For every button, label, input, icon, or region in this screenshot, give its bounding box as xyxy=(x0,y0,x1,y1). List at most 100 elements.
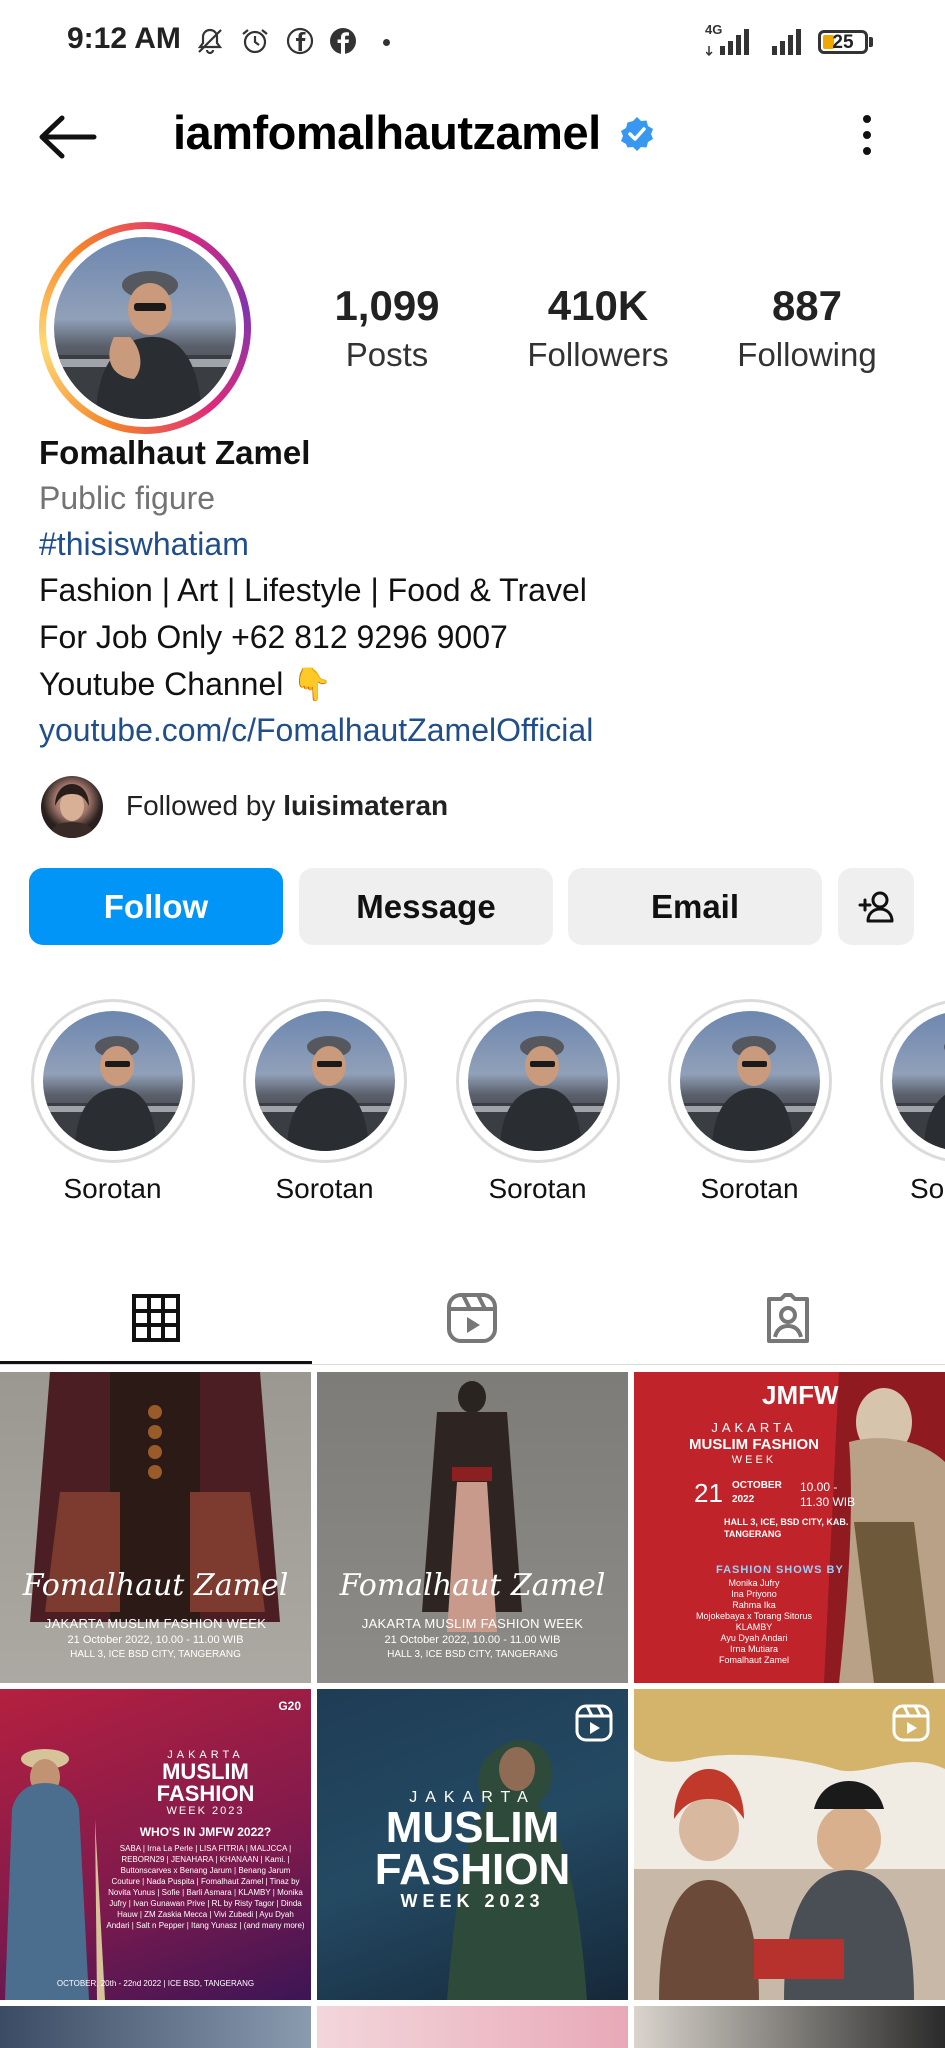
profile-hashtag[interactable]: #thisiswhatiam xyxy=(39,526,249,563)
post-thumbnail[interactable] xyxy=(317,2006,628,2048)
post-thumbnail[interactable]: G20 JAKARTA MUSLIM FASHION WEEK 2023 WHO… xyxy=(0,1689,311,2000)
following-label: Following xyxy=(737,336,877,373)
post-show: Monika Jufry xyxy=(728,1578,780,1588)
post-thumbnail[interactable] xyxy=(0,2006,311,2048)
highlight-item[interactable]: Sorotan xyxy=(242,999,407,1205)
mute-icon xyxy=(195,26,225,56)
tab-reels[interactable] xyxy=(316,1272,628,1364)
post-title-line: WEEK 2023 xyxy=(400,1891,545,1911)
battery-icon: 25 xyxy=(818,30,868,54)
reel-badge-icon xyxy=(892,1704,930,1742)
facebook-icon xyxy=(328,26,358,56)
post-thumbnail[interactable]: JAKARTA MUSLIM FASHION WEEK 2023 xyxy=(317,1689,628,2000)
post-script-title: Fomalhaut Zamel xyxy=(339,1568,606,1603)
post-time: 10.00 - 11.30 WIB xyxy=(800,1480,856,1509)
post-g20: G20 xyxy=(278,1699,301,1713)
arrow-left-icon xyxy=(39,115,97,159)
post-brand: JMFW xyxy=(762,1380,839,1410)
post-show: Ayu Dyah Andari xyxy=(720,1633,788,1643)
post-thumbnail[interactable]: JMFW JAKARTA MUSLIM FASHION WEEK 21 OCTO… xyxy=(634,1372,945,1683)
email-button[interactable]: Email xyxy=(568,868,822,945)
post-thumbnail[interactable] xyxy=(634,2006,945,2048)
post-title-line: MUSLIM xyxy=(162,1759,249,1784)
more-vertical-icon xyxy=(863,115,871,155)
post-thumbnail[interactable] xyxy=(634,1689,945,2000)
message-button[interactable]: Message xyxy=(299,868,553,945)
follow-button[interactable]: Follow xyxy=(29,868,283,945)
tagged-icon xyxy=(767,1293,809,1343)
posts-label: Posts xyxy=(345,336,429,373)
posts-count: 1,099 xyxy=(334,282,440,329)
post-show: Rahma Ika xyxy=(732,1600,776,1610)
tab-divider xyxy=(0,1364,945,1365)
facebook-icon xyxy=(285,26,315,56)
profile-link[interactable]: youtube.com/c/FomalhautZamelOfficial xyxy=(39,712,593,749)
followed-by-user: luisimateran xyxy=(283,790,449,821)
post-venue: HALL 3, ICE, BSD CITY, KAB. TANGERANG xyxy=(724,1517,849,1539)
signal-4g-icon xyxy=(705,24,756,57)
followers-count: 410K xyxy=(547,282,649,329)
avatar-photo xyxy=(54,237,236,419)
post-show: Ina Priyono xyxy=(731,1589,777,1599)
add-person-icon xyxy=(858,891,894,922)
posts-stat[interactable]: 1,099 Posts xyxy=(287,282,487,374)
follower-avatar[interactable] xyxy=(41,776,103,838)
highlight-item[interactable]: Sorotan xyxy=(455,999,620,1205)
grid-icon xyxy=(132,1294,180,1342)
highlight-item[interactable]: Sorotan xyxy=(30,999,195,1205)
post-question: WHO'S IN JMFW 2022? xyxy=(139,1825,272,1839)
followers-label: Followers xyxy=(527,336,669,373)
post-show: Irna Mutiara xyxy=(729,1644,779,1654)
followers-stat[interactable]: 410K Followers xyxy=(498,282,698,374)
post-show: Fomalhaut Zamel xyxy=(718,1655,790,1665)
profile-category: Public figure xyxy=(39,480,216,516)
highlight-label: Sorotan xyxy=(63,1173,162,1204)
following-count: 887 xyxy=(771,282,843,329)
post-caption-line: JAKARTA MUSLIM FASHION WEEK xyxy=(44,1616,267,1631)
verified-badge-icon xyxy=(619,116,655,152)
post-title-line: FASHION xyxy=(156,1781,255,1806)
highlight-item[interactable]: Sorotan xyxy=(880,999,945,1205)
suggested-accounts-button[interactable] xyxy=(838,868,914,945)
post-title-line: JAKARTA xyxy=(711,1420,797,1435)
highlight-label: Sorotan xyxy=(910,1173,945,1204)
bio-line: For Job Only +62 812 9296 9007 xyxy=(39,619,508,655)
post-show: Mojokebaya x Torang Sitorus xyxy=(696,1611,812,1621)
highlight-label: Sorotan xyxy=(488,1173,587,1204)
bio-line: Fashion | Art | Lifestyle | Food & Trave… xyxy=(39,572,587,608)
post-title-line: FASHION xyxy=(374,1845,571,1894)
bio-line: Youtube Channel 👇 xyxy=(39,666,333,702)
post-title-line: MUSLIM xyxy=(385,1803,560,1852)
post-title-line: MUSLIM FASHION xyxy=(689,1436,819,1453)
post-caption-line: HALL 3, ICE BSD CITY, TANGERANG xyxy=(70,1649,241,1660)
status-bar: 9:12 AM 4G 25 xyxy=(0,0,945,80)
post-title-line: WEEK 2023 xyxy=(166,1805,245,1817)
post-caption-line: HALL 3, ICE BSD CITY, TANGERANG xyxy=(387,1649,558,1660)
highlight-item[interactable]: Sorotan xyxy=(667,999,832,1205)
post-show: KLAMBY xyxy=(735,1622,773,1632)
post-day: 21 xyxy=(694,1478,723,1508)
profile-avatar[interactable] xyxy=(39,222,251,434)
tab-posts-grid[interactable] xyxy=(0,1272,312,1364)
post-names: SABA | Irna La Perle | LISA FITRIA | MAL… xyxy=(106,1844,305,1930)
back-button[interactable] xyxy=(36,112,98,162)
tab-tagged[interactable] xyxy=(632,1272,944,1364)
post-year: 2022 xyxy=(732,1494,755,1505)
battery-level: 25 xyxy=(832,32,854,53)
post-thumbnail[interactable]: Fomalhaut Zamel JAKARTA MUSLIM FASHION W… xyxy=(0,1372,311,1683)
post-month: OCTOBER xyxy=(732,1480,782,1491)
more-options-button[interactable] xyxy=(852,110,882,160)
reel-badge-icon xyxy=(575,1704,613,1742)
post-thumbnail[interactable]: Fomalhaut Zamel JAKARTA MUSLIM FASHION W… xyxy=(317,1372,628,1683)
following-stat[interactable]: 887 Following xyxy=(707,282,907,374)
reels-icon xyxy=(447,1293,497,1343)
highlight-label: Sorotan xyxy=(700,1173,799,1204)
post-caption-line: 21 October 2022, 10.00 - 11.00 WIB xyxy=(67,1634,244,1646)
alarm-icon xyxy=(240,26,270,56)
followed-by-prefix: Followed by xyxy=(126,790,276,821)
highlight-label: Sorotan xyxy=(275,1173,374,1204)
signal-icon xyxy=(770,24,808,56)
followed-by-text[interactable]: Followed by luisimateran xyxy=(126,790,448,822)
status-time: 9:12 AM xyxy=(67,22,181,55)
post-caption-line: JAKARTA MUSLIM FASHION WEEK xyxy=(361,1616,584,1631)
